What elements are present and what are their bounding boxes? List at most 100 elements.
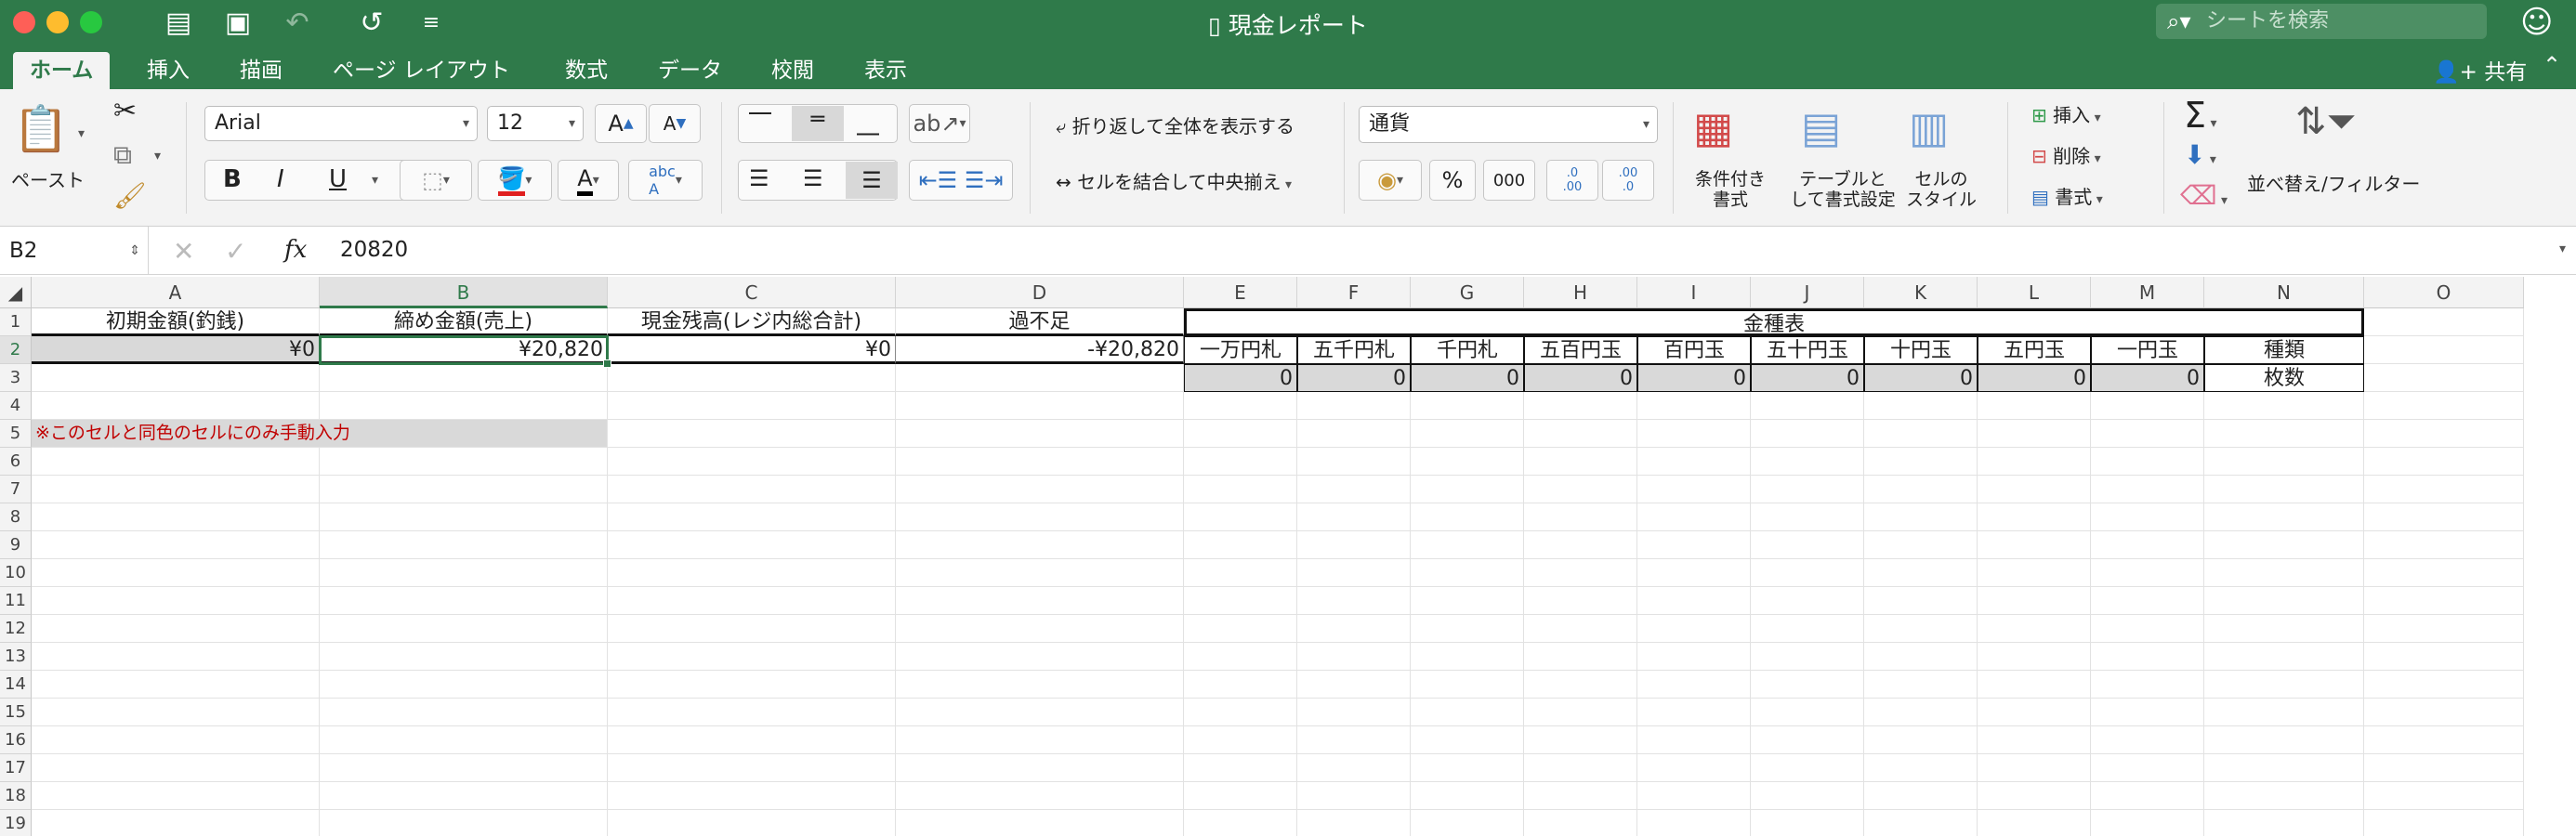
cell-n8[interactable]	[2204, 503, 2364, 531]
cell-k10[interactable]	[1864, 559, 1978, 587]
cell-n15[interactable]	[2204, 699, 2364, 726]
cell-i18[interactable]	[1637, 782, 1751, 810]
cell-k3[interactable]: 0	[1864, 364, 1978, 392]
column-header-o[interactable]: O	[2364, 277, 2524, 308]
column-header-m[interactable]: M	[2091, 277, 2204, 308]
cell-k12[interactable]	[1864, 615, 1978, 643]
cell-a1[interactable]: 初期金額(釣銭)	[32, 308, 320, 336]
sheet-search-input[interactable]: ⌕▾ シートを検索	[2156, 4, 2487, 39]
currency-format-button[interactable]: ◉ ▾	[1359, 160, 1422, 201]
cell-d10[interactable]	[896, 559, 1184, 587]
cell-g9[interactable]	[1411, 531, 1524, 559]
borders-button[interactable]: ⬚ ▾	[400, 160, 472, 201]
cell-g2[interactable]: 千円札	[1411, 336, 1524, 364]
decrease-indent-button[interactable]: ⇤☰	[919, 167, 958, 193]
font-color-button[interactable]: A ▾	[558, 160, 619, 201]
cell-n17[interactable]	[2204, 754, 2364, 782]
cell-m16[interactable]	[2091, 726, 2204, 754]
cell-e12[interactable]	[1184, 615, 1297, 643]
cell-j18[interactable]	[1751, 782, 1864, 810]
cell-k14[interactable]	[1864, 671, 1978, 699]
cell-l6[interactable]	[1978, 448, 2091, 476]
cell-j12[interactable]	[1751, 615, 1864, 643]
cell-a9[interactable]	[32, 531, 320, 559]
align-bottom-button[interactable]: ⎽	[857, 110, 879, 136]
cell-n14[interactable]	[2204, 671, 2364, 699]
cell-m11[interactable]	[2091, 587, 2204, 615]
cell-e4[interactable]	[1184, 392, 1297, 420]
cell-n7[interactable]	[2204, 476, 2364, 503]
cell-h17[interactable]	[1524, 754, 1637, 782]
cell-b9[interactable]	[320, 531, 608, 559]
increase-indent-button[interactable]: ☰⇥	[965, 167, 1004, 193]
cell-e15[interactable]	[1184, 699, 1297, 726]
conditional-formatting-icon[interactable]: ▦	[1693, 102, 1733, 152]
sort-filter-label[interactable]: 並べ替え/フィルター	[2247, 169, 2420, 196]
underline-dropdown-icon[interactable]: ▾	[372, 173, 378, 188]
cell-g11[interactable]	[1411, 587, 1524, 615]
cell-a15[interactable]	[32, 699, 320, 726]
expand-formula-icon[interactable]: ▾	[2559, 242, 2566, 256]
fill-color-button[interactable]: 🪣 ▾	[478, 160, 552, 201]
clear-icon[interactable]: ⌫ ▾	[2180, 180, 2228, 211]
cell-g16[interactable]	[1411, 726, 1524, 754]
cell-h19[interactable]	[1524, 810, 1637, 836]
increase-font-size-button[interactable]: A ▲	[595, 104, 647, 143]
cell-c6[interactable]	[608, 448, 896, 476]
column-header-e[interactable]: E	[1184, 277, 1297, 308]
cell-l18[interactable]	[1978, 782, 2091, 810]
cell-f11[interactable]	[1297, 587, 1411, 615]
cell-c17[interactable]	[608, 754, 896, 782]
cell-styles-label[interactable]: セルの スタイル	[1901, 169, 1981, 210]
cell-l4[interactable]	[1978, 392, 2091, 420]
cell-o2[interactable]	[2364, 336, 2524, 364]
cell-j4[interactable]	[1751, 392, 1864, 420]
cell-n9[interactable]	[2204, 531, 2364, 559]
cell-f5[interactable]	[1297, 420, 1411, 448]
cell-h2[interactable]: 五百円玉	[1524, 336, 1637, 364]
column-header-j[interactable]: J	[1751, 277, 1864, 308]
cell-j5[interactable]	[1751, 420, 1864, 448]
row-header-2[interactable]: 2	[0, 336, 32, 364]
tab-review[interactable]: 校閲	[755, 52, 831, 89]
cell-m15[interactable]	[2091, 699, 2204, 726]
cell-a7[interactable]	[32, 476, 320, 503]
cell-o15[interactable]	[2364, 699, 2524, 726]
cell-l17[interactable]	[1978, 754, 2091, 782]
cell-d3[interactable]	[896, 364, 1184, 392]
align-left-button[interactable]: ☰	[749, 165, 769, 191]
row-header-3[interactable]: 3	[0, 364, 32, 392]
tab-insert[interactable]: 挿入	[130, 52, 206, 89]
copy-icon[interactable]: ⧉	[113, 139, 132, 171]
cell-l8[interactable]	[1978, 503, 2091, 531]
cell-o14[interactable]	[2364, 671, 2524, 699]
name-box[interactable]: B2 ⇕	[0, 227, 149, 275]
cell-i13[interactable]	[1637, 643, 1751, 671]
cell-k16[interactable]	[1864, 726, 1978, 754]
cell-h18[interactable]	[1524, 782, 1637, 810]
row-header-5[interactable]: 5	[0, 420, 32, 448]
cell-f4[interactable]	[1297, 392, 1411, 420]
cell-l5[interactable]	[1978, 420, 2091, 448]
cell-c2[interactable]: ¥0	[608, 336, 896, 364]
column-header-i[interactable]: I	[1637, 277, 1751, 308]
merge-center-button[interactable]: ↔ セルを結合して中央揃え ▾	[1056, 167, 1292, 194]
cell-b10[interactable]	[320, 559, 608, 587]
cell-e8[interactable]	[1184, 503, 1297, 531]
cell-f8[interactable]	[1297, 503, 1411, 531]
row-header-18[interactable]: 18	[0, 782, 32, 810]
cell-i16[interactable]	[1637, 726, 1751, 754]
cell-k18[interactable]	[1864, 782, 1978, 810]
tab-home[interactable]: ホーム	[13, 52, 111, 89]
cell-e14[interactable]	[1184, 671, 1297, 699]
cell-i11[interactable]	[1637, 587, 1751, 615]
cell-k2[interactable]: 十円玉	[1864, 336, 1978, 364]
cell-e13[interactable]	[1184, 643, 1297, 671]
cell-n5[interactable]	[2204, 420, 2364, 448]
column-header-l[interactable]: L	[1978, 277, 2091, 308]
cell-h3[interactable]: 0	[1524, 364, 1637, 392]
cell-i14[interactable]	[1637, 671, 1751, 699]
row-header-13[interactable]: 13	[0, 643, 32, 671]
cell-o5[interactable]	[2364, 420, 2524, 448]
cell-b2[interactable]: ¥20,820	[320, 336, 608, 364]
